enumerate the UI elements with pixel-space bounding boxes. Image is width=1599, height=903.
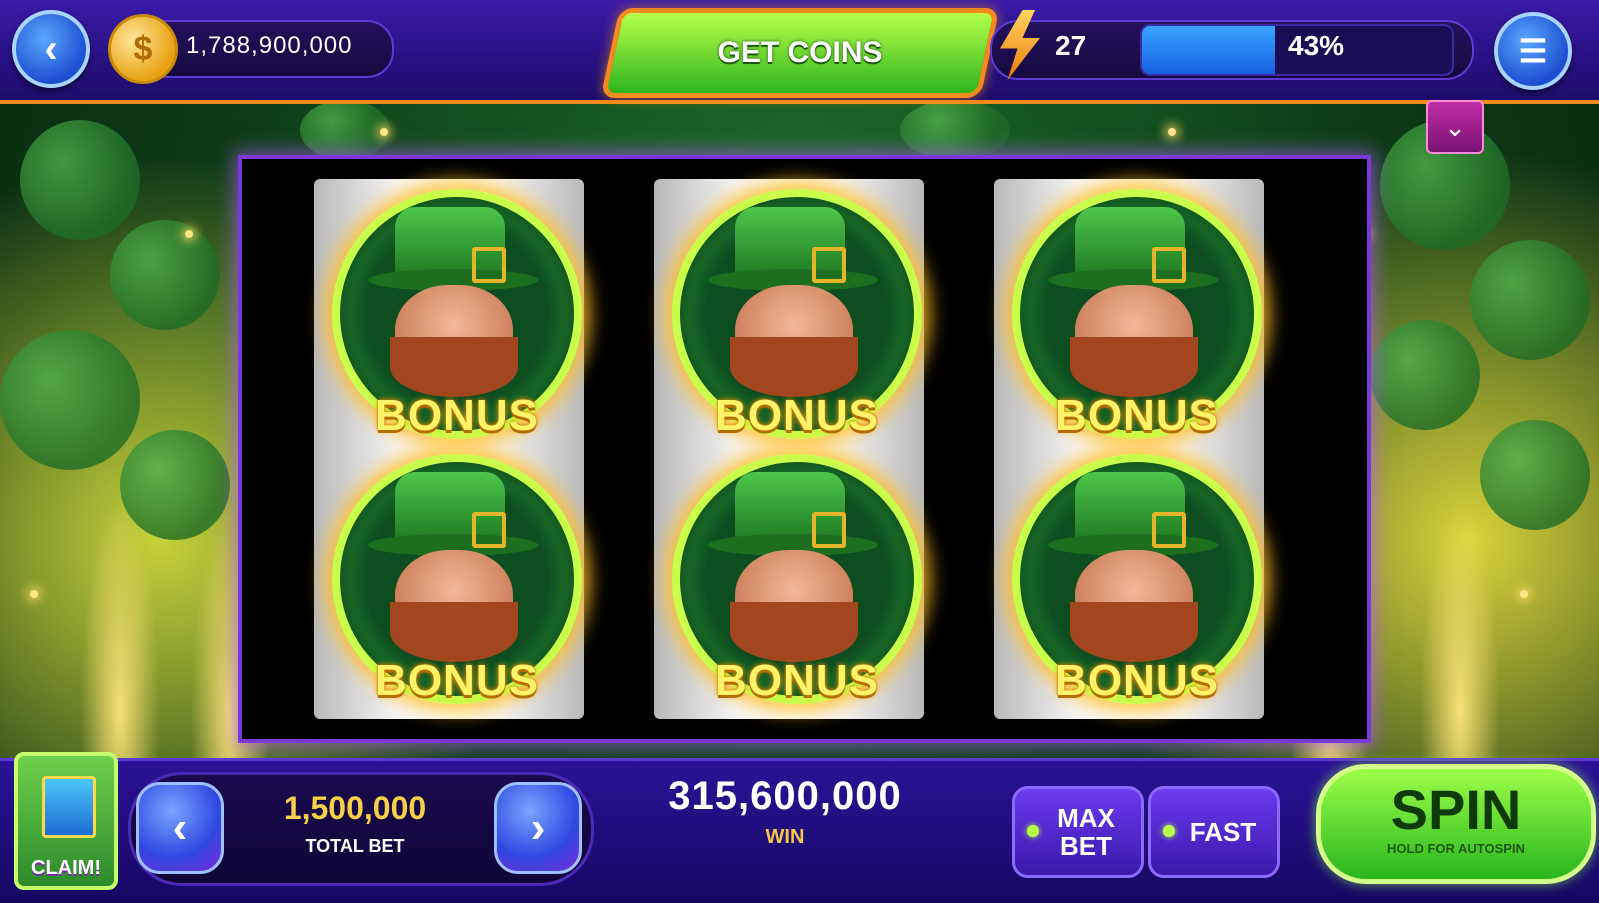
back-button[interactable]: ‹ bbox=[12, 10, 90, 88]
bonus-symbol: BONUS bbox=[672, 454, 922, 705]
bonus-symbol: BONUS bbox=[332, 454, 582, 705]
level-number: 27 bbox=[1055, 30, 1087, 61]
reel-frame: BONUS BONUS BONUS BONUS BONUS BONUS bbox=[238, 155, 1371, 743]
sparkle bbox=[185, 230, 193, 238]
leprechaun-beard bbox=[1070, 337, 1198, 397]
clover-decoration bbox=[300, 100, 390, 160]
win-label: WIN bbox=[765, 826, 805, 848]
clover-decoration bbox=[900, 100, 1010, 160]
bonus-label: BONUS bbox=[1055, 391, 1219, 440]
bonus-label: BONUS bbox=[375, 391, 539, 440]
hat-buckle bbox=[1152, 247, 1186, 283]
leprechaun-beard bbox=[730, 602, 858, 662]
reel-3: BONUS BONUS bbox=[994, 179, 1264, 719]
clover-decoration bbox=[1370, 320, 1480, 430]
win-value: 315,600,000 bbox=[668, 774, 902, 818]
bonus-label: BONUS bbox=[1055, 656, 1219, 705]
spin-button[interactable]: SPIN HOLD FOR AUTOSPIN bbox=[1316, 764, 1596, 884]
coin-icon: $ bbox=[108, 14, 178, 84]
sparkle bbox=[1168, 128, 1176, 136]
max-bet-button[interactable]: MAX BET bbox=[1012, 786, 1144, 878]
chevron-right-icon: › bbox=[530, 803, 546, 852]
sparkle bbox=[1520, 590, 1528, 598]
xp-progress-text: 43% bbox=[1288, 30, 1345, 61]
leprechaun-beard bbox=[1070, 602, 1198, 662]
hamburger-menu-icon: ☰ bbox=[1518, 33, 1548, 69]
reel-1: BONUS BONUS bbox=[314, 179, 584, 719]
sparkle bbox=[380, 128, 388, 136]
sparkle bbox=[30, 590, 38, 598]
hat-buckle bbox=[472, 512, 506, 548]
chevron-left-icon: ‹ bbox=[172, 803, 188, 852]
bonus-label: BONUS bbox=[715, 656, 879, 705]
get-coins-button[interactable]: GET COINS bbox=[600, 8, 1000, 98]
hat-buckle bbox=[812, 247, 846, 283]
bonus-symbol: BONUS bbox=[672, 189, 922, 440]
leprechaun-beard bbox=[390, 602, 518, 662]
clover-decoration bbox=[110, 220, 220, 330]
bonus-label: BONUS bbox=[715, 391, 879, 440]
clover-decoration bbox=[1470, 240, 1590, 360]
total-bet-label: TOTAL BET bbox=[305, 836, 405, 856]
indicator-dot bbox=[1027, 825, 1039, 837]
light-beam bbox=[1420, 500, 1500, 760]
dropdown-toggle-button[interactable]: ⌄ bbox=[1426, 100, 1484, 154]
bonus-label: BONUS bbox=[375, 656, 539, 705]
indicator-dot bbox=[1163, 825, 1175, 837]
max-bet-label: MAX BET bbox=[1057, 803, 1115, 861]
hat-buckle bbox=[812, 512, 846, 548]
reel-2: BONUS BONUS bbox=[654, 179, 924, 719]
bonus-symbol: BONUS bbox=[332, 189, 582, 440]
leprechaun-beard bbox=[730, 337, 858, 397]
menu-button[interactable]: ☰ bbox=[1494, 12, 1572, 90]
hat-buckle bbox=[1152, 512, 1186, 548]
chevron-left-icon: ‹ bbox=[44, 26, 58, 71]
clover-decoration bbox=[20, 120, 140, 240]
increase-bet-button[interactable]: › bbox=[494, 782, 582, 874]
coin-balance: 1,788,900,000 bbox=[186, 32, 353, 59]
light-beam bbox=[80, 500, 160, 760]
chevron-down-icon: ⌄ bbox=[1444, 111, 1466, 142]
gift-icon bbox=[42, 776, 96, 838]
get-coins-label: GET COINS bbox=[717, 36, 883, 69]
hat-buckle bbox=[472, 247, 506, 283]
total-bet-value: 1,500,000 bbox=[283, 790, 427, 826]
spin-sublabel: HOLD FOR AUTOSPIN bbox=[1387, 841, 1525, 856]
clover-decoration bbox=[0, 330, 140, 470]
claim-button[interactable]: CLAIM! bbox=[14, 752, 118, 890]
spin-label: SPIN bbox=[1390, 778, 1522, 841]
decrease-bet-button[interactable]: ‹ bbox=[136, 782, 224, 874]
fast-label: FAST bbox=[1189, 817, 1257, 847]
bonus-symbol: BONUS bbox=[1012, 189, 1262, 440]
fast-button[interactable]: FAST bbox=[1148, 786, 1280, 878]
claim-label: CLAIM! bbox=[31, 857, 101, 879]
bonus-symbol: BONUS bbox=[1012, 454, 1262, 705]
leprechaun-beard bbox=[390, 337, 518, 397]
xp-progress-fill bbox=[1142, 26, 1276, 74]
